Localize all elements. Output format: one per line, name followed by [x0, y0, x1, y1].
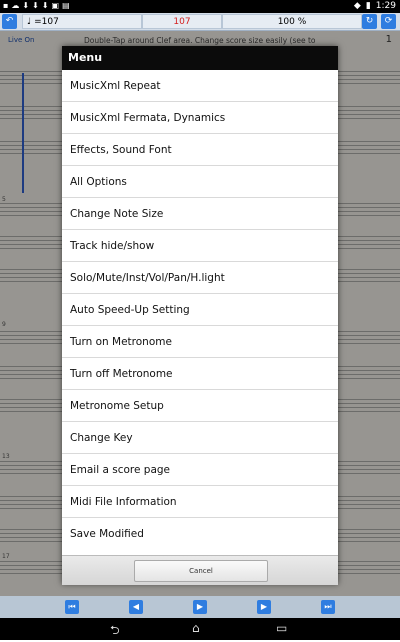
undo-icon[interactable]: ↶	[2, 14, 17, 29]
menu-item-turn-off-metronome[interactable]: Turn off Metronome	[62, 358, 338, 390]
menu-dialog: Menu MusicXml Repeat MusicXml Fermata, D…	[62, 46, 338, 585]
menu-item-change-key[interactable]: Change Key	[62, 422, 338, 454]
menu-item-midi-file-information[interactable]: Midi File Information	[62, 486, 338, 518]
menu-item-metronome-setup[interactable]: Metronome Setup	[62, 390, 338, 422]
tempo-value[interactable]: 107	[142, 14, 222, 29]
menu-item-change-note-size[interactable]: Change Note Size	[62, 198, 338, 230]
menu-item-track-hide-show[interactable]: Track hide/show	[62, 230, 338, 262]
status-time: 1:29	[375, 1, 396, 11]
wifi-icon: ◆	[353, 1, 361, 11]
refresh-icon[interactable]: ↻	[362, 14, 377, 29]
cancel-button[interactable]: Cancel	[134, 560, 268, 582]
menu-title: Menu	[62, 46, 338, 70]
home-icon[interactable]: ⌂	[192, 621, 200, 635]
menu-item-effects-sound-font[interactable]: Effects, Sound Font	[62, 134, 338, 166]
skip-to-end-icon[interactable]: ⏭	[321, 600, 335, 614]
next-icon[interactable]: ▶	[257, 600, 271, 614]
navigation-bar: ⮌ ⌂ ▭	[0, 618, 400, 640]
menu-item-save-modified[interactable]: Save Modified	[62, 518, 338, 550]
tempo-display[interactable]: ♩ =107	[22, 14, 142, 29]
quarter-note-icon: ♩	[27, 17, 32, 27]
menu-item-turn-on-metronome[interactable]: Turn on Metronome	[62, 326, 338, 358]
back-icon[interactable]: ⮌	[110, 621, 120, 642]
rotate-icon[interactable]: ⟳	[381, 14, 396, 29]
menu-item-musicxml-fermata[interactable]: MusicXml Fermata, Dynamics	[62, 102, 338, 134]
menu-footer: Cancel	[62, 555, 338, 585]
menu-item-solo-mute[interactable]: Solo/Mute/Inst/Vol/Pan/H.light	[62, 262, 338, 294]
menu-item-musicxml-repeat[interactable]: MusicXml Repeat	[62, 70, 338, 102]
menu-item-all-options[interactable]: All Options	[62, 166, 338, 198]
recents-icon[interactable]: ▭	[276, 621, 287, 635]
playback-bar: ⏮ ◀ ▶ ▶ ⏭	[0, 596, 400, 618]
top-toolbar: ↶ ♩ =107 107 100 % ↻ ⟳	[0, 13, 400, 31]
menu-item-auto-speed-up[interactable]: Auto Speed-Up Setting	[62, 294, 338, 326]
previous-icon[interactable]: ◀	[129, 600, 143, 614]
status-notification-icons: ▪☁⬇⬇⬇▣▤	[3, 1, 73, 10]
status-bar: ▪☁⬇⬇⬇▣▤ ◆ ▮ 1:29	[0, 0, 400, 13]
battery-icon: ▮	[365, 1, 371, 11]
play-icon[interactable]: ▶	[193, 600, 207, 614]
tempo-text: =107	[34, 17, 59, 27]
skip-to-start-icon[interactable]: ⏮	[65, 600, 79, 614]
zoom-level[interactable]: 100 %	[222, 14, 362, 29]
menu-item-email-score-page[interactable]: Email a score page	[62, 454, 338, 486]
